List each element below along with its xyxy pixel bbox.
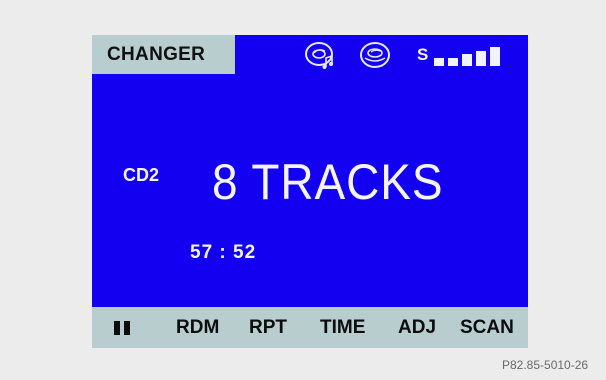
rdm-button[interactable]: RDM — [176, 307, 219, 348]
signal-bar — [448, 58, 459, 66]
signal-bar — [434, 58, 445, 66]
signal-bar — [476, 51, 487, 66]
rpt-button[interactable]: RPT — [249, 307, 287, 348]
scan-button[interactable]: SCAN — [460, 307, 514, 348]
track-count: 8 TRACKS — [212, 154, 444, 210]
pause-icon[interactable] — [114, 321, 130, 335]
adj-button[interactable]: ADJ — [398, 307, 436, 348]
signal-bar — [462, 54, 473, 66]
cd-disc-icon — [359, 41, 391, 69]
time-button[interactable]: TIME — [320, 307, 365, 348]
signal-label: S — [417, 45, 429, 64]
total-time: 57 : 52 — [190, 242, 257, 263]
page: CHANGER S CD2 8 TRACKS 57 : 52 RDM RPT T… — [0, 0, 606, 380]
mode-label: CHANGER — [92, 35, 235, 74]
disc-number: CD2 — [123, 165, 160, 185]
signal-strength: S — [417, 44, 501, 66]
cd-note-icon — [304, 41, 336, 69]
signal-bar — [490, 47, 501, 66]
reference-code: P82.85-5010-26 — [502, 358, 589, 372]
